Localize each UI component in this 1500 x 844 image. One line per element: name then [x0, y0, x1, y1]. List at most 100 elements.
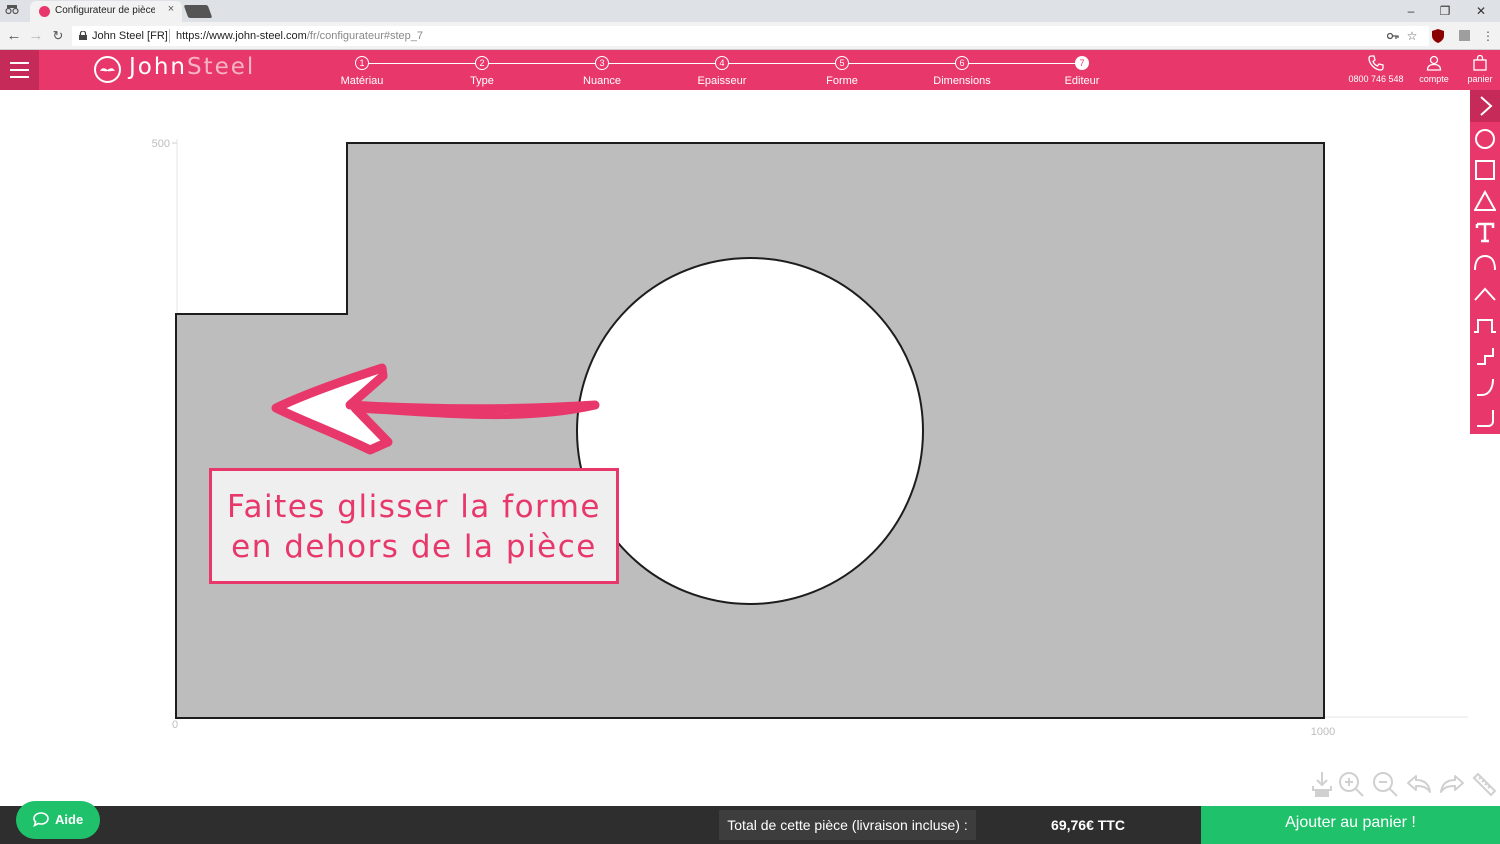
help-label: Aide [55, 812, 84, 827]
undo-icon [1407, 775, 1431, 793]
step-nuance[interactable]: 3 Nuance [542, 55, 662, 90]
incognito-icon[interactable] [5, 3, 19, 18]
chamfer-peak-tool-button[interactable] [1470, 278, 1500, 309]
reload-icon[interactable]: ↻ [48, 27, 68, 45]
phone-contact[interactable]: 0800 746 548 [1346, 54, 1406, 88]
circle-icon [1475, 129, 1495, 149]
favicon-icon [39, 6, 50, 17]
hint-text: Faites glisser la forme en dehors de la … [212, 487, 616, 567]
app-header: JohnSteel 1 Matériau 2 Type 3 Nuance 4 Epaisseu… [0, 50, 1500, 90]
tab-close-icon[interactable]: × [164, 3, 178, 19]
step-number: 3 [595, 56, 609, 70]
text-tool-button[interactable] [1470, 216, 1500, 247]
step-epaisseur[interactable]: 4 Epaisseur [662, 55, 782, 90]
zoom-out-button[interactable] [1371, 770, 1399, 798]
step-editeur[interactable]: 7 Editeur [1022, 55, 1142, 90]
rounded-corner-tool-button[interactable] [1470, 371, 1500, 402]
restore-button[interactable]: ❐ [1430, 1, 1460, 21]
circle-hole-shape[interactable] [576, 257, 924, 605]
download-dxf-button[interactable] [1308, 770, 1336, 798]
arc-tool-button[interactable] [1470, 247, 1500, 278]
help-button[interactable]: Aide [16, 801, 100, 839]
ruler-icon [1472, 772, 1497, 797]
undo-button[interactable] [1405, 770, 1433, 798]
text-icon [1475, 222, 1495, 243]
extension-icon[interactable] [1454, 26, 1474, 46]
zoom-out-icon [1373, 772, 1398, 797]
redo-button[interactable] [1438, 770, 1466, 798]
account-label: compte [1419, 74, 1449, 84]
url-divider [169, 29, 170, 43]
triangle-tool-button[interactable] [1470, 185, 1500, 216]
browser-tab[interactable]: Configurateur de pièces × [30, 1, 182, 22]
step-number: 2 [475, 56, 489, 70]
corner-tool-button[interactable] [1470, 402, 1500, 433]
square-tool-button[interactable] [1470, 154, 1500, 185]
corner-icon [1477, 410, 1494, 427]
chat-bubble-icon [33, 812, 49, 827]
step-number: 4 [715, 56, 729, 70]
rounded-corner-icon [1477, 378, 1494, 396]
star-icon[interactable]: ☆ [1402, 26, 1422, 46]
add-to-cart-button[interactable]: Ajouter au panier ! [1201, 806, 1500, 844]
url-input[interactable]: John Steel [FR] https://www.john-steel.c… [72, 26, 1429, 46]
toolbar-expand-button[interactable] [1470, 90, 1500, 122]
cart-label: panier [1467, 74, 1493, 84]
step-forme[interactable]: 5 Forme [782, 55, 902, 90]
zoom-in-icon [1339, 772, 1364, 797]
total-label: Total de cette pièce (livraison incluse)… [719, 810, 976, 840]
step-label: Type [470, 75, 494, 87]
redo-icon [1440, 775, 1464, 793]
back-icon[interactable]: ← [4, 27, 24, 45]
footer-bar: Aide Total de cette pièce (livraison inc… [0, 801, 1500, 844]
user-icon [1426, 55, 1442, 71]
ublock-extension-icon[interactable] [1428, 26, 1448, 46]
new-tab-button[interactable] [183, 5, 213, 18]
x-axis-min-label: 0 [172, 719, 178, 731]
step-label: Editeur [1064, 75, 1100, 87]
step-number: 5 [835, 56, 849, 70]
step-icon [1477, 348, 1494, 365]
logo-text: JohnSteel [129, 54, 255, 80]
forward-icon[interactable]: → [26, 27, 46, 45]
step-number: 6 [955, 56, 969, 70]
measure-button[interactable] [1470, 770, 1498, 798]
phone-icon [1368, 55, 1384, 71]
menu-button[interactable] [0, 50, 39, 90]
editor-canvas[interactable]: 500 0 1000 [0, 90, 1470, 806]
hint-callout: Faites glisser la forme en dehors de la … [209, 468, 619, 584]
notch-icon [1474, 319, 1496, 333]
expand-icon [1480, 96, 1493, 116]
step-tool-button[interactable] [1470, 340, 1500, 371]
step-type[interactable]: 2 Type [422, 55, 542, 90]
zoom-in-button[interactable] [1337, 770, 1365, 798]
shopping-bag-icon [1473, 55, 1487, 71]
close-window-button[interactable]: ✕ [1466, 1, 1496, 21]
cart-link[interactable]: panier [1462, 54, 1498, 88]
browser-tab-bar: Configurateur de pièces × – ❐ ✕ [0, 0, 1500, 22]
url-path: /fr/configurateur#step_7 [306, 30, 424, 42]
step-label: Epaisseur [697, 75, 747, 87]
key-icon[interactable] [1383, 26, 1403, 46]
chamfer-peak-icon [1474, 287, 1496, 301]
notch-tool-button[interactable] [1470, 309, 1500, 340]
mustache-logo-icon [94, 56, 121, 83]
hint-line-1: Faites glisser la forme [226, 489, 602, 525]
url-host: https://www.john-steel.com [176, 30, 307, 42]
step-matériau[interactable]: 1 Matériau [302, 55, 422, 90]
step-label: Matériau [340, 75, 384, 87]
hint-line-2: en dehors de la pièce [231, 529, 597, 565]
step-dimensions[interactable]: 6 Dimensions [902, 55, 1022, 90]
circle-tool-button[interactable] [1470, 123, 1500, 154]
address-bar-row: ← → ↻ John Steel [FR] https://www.john-s… [0, 22, 1500, 50]
step-number: 1 [355, 56, 369, 70]
logo-text-john: John [129, 54, 188, 80]
account-link[interactable]: compte [1412, 54, 1456, 88]
arc-icon [1474, 254, 1496, 271]
kebab-menu-icon[interactable]: ⋮ [1478, 26, 1498, 46]
hamburger-line [10, 76, 29, 78]
minimize-button[interactable]: – [1396, 1, 1426, 21]
triangle-icon [1474, 190, 1496, 211]
tab-title: Configurateur de pièces [55, 5, 155, 16]
y-axis-max-label: 500 [152, 138, 170, 150]
